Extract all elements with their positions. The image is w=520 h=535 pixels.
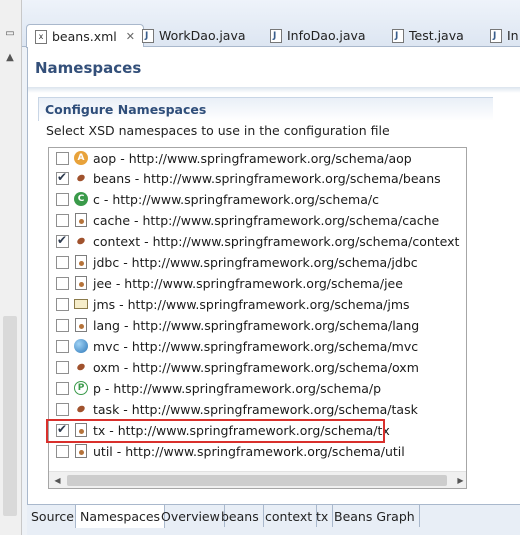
bean-icon [73, 233, 89, 249]
namespace-checkbox[interactable] [56, 233, 69, 248]
namespace-row-jms[interactable]: jms - http://www.springframework.org/sch… [49, 294, 410, 314]
namespace-label: jdbc - http://www.springframework.org/sc… [93, 254, 418, 270]
namespace-label: c - http://www.springframework.org/schem… [93, 191, 379, 207]
namespace-checkbox[interactable] [56, 339, 69, 353]
tab-label: InfoDao.java [287, 28, 366, 43]
namespace-row-lang[interactable]: lang - http://www.springframework.org/sc… [49, 315, 419, 335]
java-interface-icon [270, 28, 282, 43]
namespace-label: beans - http://www.springframework.org/s… [93, 170, 441, 186]
namespace-row-beans[interactable]: beans - http://www.springframework.org/s… [49, 168, 441, 188]
namespace-row-jdbc[interactable]: jdbc - http://www.springframework.org/sc… [49, 252, 418, 272]
tab-context[interactable]: context [261, 505, 318, 527]
editor-tab-bar: x beans.xml ✕ WorkDao.java InfoDao.java … [22, 0, 520, 48]
tab-label: Test.java [409, 28, 464, 43]
namespace-row-p[interactable]: P p - http://www.springframework.org/sch… [49, 378, 381, 398]
section-header: Configure Namespaces [38, 97, 493, 121]
namespace-row-cache[interactable]: cache - http://www.springframework.org/s… [49, 210, 439, 230]
namespace-label: util - http://www.springframework.org/sc… [93, 443, 405, 459]
xsd-file-icon [73, 212, 89, 228]
namespace-label: p - http://www.springframework.org/schem… [93, 380, 382, 396]
namespace-row-jee[interactable]: jee - http://www.springframework.org/sch… [49, 273, 403, 293]
xsd-file-icon [73, 275, 89, 291]
namespace-checkbox[interactable] [56, 192, 69, 206]
tx-highlight-box [46, 419, 385, 443]
namespace-label: jee - http://www.springframework.org/sch… [93, 275, 403, 291]
namespace-checkbox[interactable] [56, 360, 69, 374]
namespace-label: oxm - http://www.springframework.org/sch… [93, 359, 419, 375]
namespace-label: context - http://www.springframework.org… [93, 233, 460, 249]
namespace-checkbox[interactable] [56, 402, 69, 416]
namespace-checkbox[interactable] [56, 381, 69, 395]
tab-label: WorkDao.java [159, 28, 246, 43]
editor-bottom-tabs: Source Namespaces Overview beans context… [27, 504, 520, 535]
xsd-file-icon [73, 317, 89, 333]
horizontal-scrollbar[interactable]: ◀ ▶ [49, 471, 466, 488]
scroll-right-arrow-icon[interactable]: ▶ [452, 472, 466, 488]
p-namespace-icon: P [73, 380, 89, 396]
xml-file-icon: x [35, 29, 47, 44]
c-namespace-icon: C [73, 191, 89, 207]
tab-workdao-java[interactable]: WorkDao.java [134, 24, 254, 47]
namespace-row-mvc[interactable]: mvc - http://www.springframework.org/sch… [49, 336, 418, 356]
bean-icon [73, 359, 89, 375]
namespace-label: task - http://www.springframework.org/sc… [93, 401, 418, 417]
namespace-row-c[interactable]: C c - http://www.springframework.org/sch… [49, 189, 379, 209]
tab-overflow[interactable]: In [482, 24, 520, 47]
tab-infodao-java[interactable]: InfoDao.java [262, 24, 374, 47]
namespace-label: aop - http://www.springframework.org/sch… [93, 150, 412, 166]
namespace-checkbox[interactable] [56, 276, 69, 290]
xsd-file-icon [73, 443, 89, 459]
namespace-row-aop[interactable]: A aop - http://www.springframework.org/s… [49, 148, 412, 168]
namespace-checkbox[interactable] [56, 297, 69, 311]
globe-icon [73, 338, 89, 354]
task-icon [73, 401, 89, 417]
java-interface-icon [490, 28, 502, 43]
envelope-icon [73, 296, 89, 312]
xsd-file-icon [73, 254, 89, 270]
namespace-label: cache - http://www.springframework.org/s… [93, 212, 440, 228]
page-title: Namespaces [35, 59, 142, 77]
namespace-row-oxm[interactable]: oxm - http://www.springframework.org/sch… [49, 357, 419, 377]
namespace-checkbox[interactable] [56, 318, 69, 332]
namespace-row-task[interactable]: task - http://www.springframework.org/sc… [49, 399, 418, 419]
bean-icon [73, 170, 89, 186]
namespace-checkbox[interactable] [56, 213, 69, 227]
namespace-row-context[interactable]: context - http://www.springframework.org… [49, 231, 459, 251]
section-description: Select XSD namespaces to use in the conf… [46, 123, 390, 138]
tab-beans-graph[interactable]: Beans Graph [330, 505, 420, 527]
tab-source[interactable]: Source [27, 505, 79, 527]
namespace-checkbox[interactable] [56, 170, 69, 185]
tab-test-java[interactable]: Test.java [384, 24, 472, 47]
namespace-checkbox[interactable] [56, 151, 69, 165]
left-panel-strip: ▭ ▲ [0, 0, 22, 535]
namespace-row-util[interactable]: util - http://www.springframework.org/sc… [49, 441, 405, 461]
namespace-label: jms - http://www.springframework.org/sch… [93, 296, 410, 312]
java-interface-icon [392, 28, 404, 43]
tab-label: beans.xml [52, 29, 117, 44]
scroll-left-arrow-icon[interactable]: ◀ [49, 472, 66, 488]
tab-namespaces[interactable]: Namespaces [75, 505, 166, 528]
section-title: Configure Namespaces [45, 102, 207, 117]
scroll-up-icon[interactable]: ▲ [2, 50, 18, 66]
java-file-icon [142, 28, 154, 43]
tab-overview[interactable]: Overview [157, 505, 225, 527]
left-scrollbar-thumb[interactable] [3, 316, 17, 516]
minimize-icon[interactable]: ▭ [2, 26, 18, 42]
namespace-label: mvc - http://www.springframework.org/sch… [93, 338, 419, 354]
tab-label: In [507, 28, 519, 43]
namespace-label: lang - http://www.springframework.org/sc… [93, 317, 420, 333]
namespace-checkbox[interactable] [56, 255, 69, 269]
namespace-checkbox[interactable] [56, 444, 69, 458]
horizontal-scroll-thumb[interactable] [67, 475, 447, 486]
aop-icon: A [73, 150, 89, 166]
title-separator [28, 87, 520, 93]
tab-beans[interactable]: beans [217, 505, 264, 527]
tab-beans-xml[interactable]: x beans.xml ✕ [26, 24, 144, 48]
